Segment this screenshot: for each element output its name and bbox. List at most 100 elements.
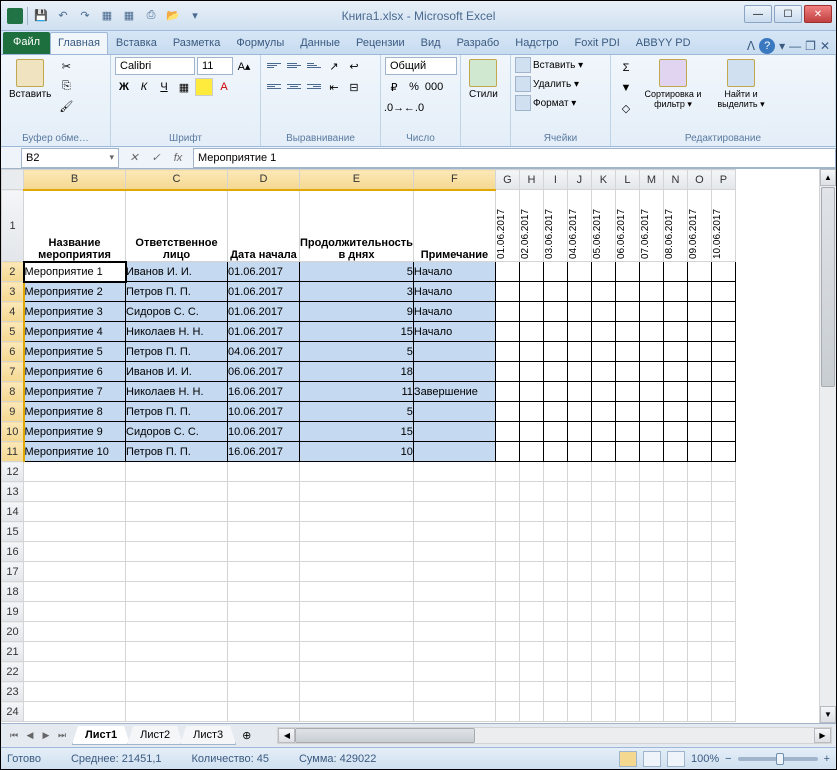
cell[interactable] — [519, 262, 543, 282]
sheet-nav-next-icon[interactable]: ▶ — [39, 728, 53, 744]
cell[interactable]: Мероприятие 8 — [24, 402, 126, 422]
cell[interactable]: Примечание — [413, 190, 495, 262]
cell[interactable]: Николаев Н. Н. — [126, 382, 228, 402]
cell[interactable] — [495, 602, 519, 622]
cell[interactable] — [413, 502, 495, 522]
cell[interactable] — [615, 282, 639, 302]
row-header[interactable]: 2 — [2, 262, 24, 282]
cell[interactable] — [543, 662, 567, 682]
cell[interactable] — [126, 502, 228, 522]
cell[interactable]: Мероприятие 5 — [24, 342, 126, 362]
insert-cells-button[interactable]: Вставить ▾ — [515, 57, 583, 73]
cell[interactable] — [519, 702, 543, 722]
cell[interactable] — [519, 282, 543, 302]
cell[interactable] — [615, 702, 639, 722]
sheet-nav-prev-icon[interactable]: ◀ — [23, 728, 37, 744]
cell[interactable] — [228, 682, 300, 702]
scroll-left-icon[interactable]: ◀ — [278, 728, 295, 743]
cell[interactable] — [663, 282, 687, 302]
cell[interactable] — [639, 642, 663, 662]
orientation-icon[interactable]: ↗ — [325, 57, 343, 75]
cell[interactable] — [413, 482, 495, 502]
cell[interactable] — [519, 302, 543, 322]
cell[interactable]: 10 — [300, 442, 414, 462]
cell[interactable] — [687, 662, 711, 682]
cell[interactable] — [663, 622, 687, 642]
cell[interactable] — [519, 362, 543, 382]
cell[interactable] — [300, 602, 414, 622]
cell[interactable]: Петров П. П. — [126, 442, 228, 462]
cell[interactable] — [567, 642, 591, 662]
cell[interactable] — [567, 682, 591, 702]
cell[interactable]: Мероприятие 2 — [24, 282, 126, 302]
cell[interactable] — [711, 302, 735, 322]
cell[interactable] — [711, 282, 735, 302]
cell[interactable]: Начало — [413, 262, 495, 282]
cell[interactable] — [615, 402, 639, 422]
scroll-up-icon[interactable]: ▲ — [820, 169, 836, 186]
cell[interactable] — [663, 562, 687, 582]
cell[interactable] — [711, 422, 735, 442]
cell[interactable]: 10.06.2017 — [228, 402, 300, 422]
cell[interactable] — [711, 402, 735, 422]
cell[interactable] — [24, 562, 126, 582]
cell[interactable]: 16.06.2017 — [228, 442, 300, 462]
sort-filter-button[interactable]: Сортировка и фильтр ▾ — [639, 57, 707, 112]
cell[interactable] — [495, 622, 519, 642]
ribbon-tab-ABBYY PD[interactable]: ABBYY PD — [628, 32, 699, 54]
clear-icon[interactable]: ◇ — [617, 99, 635, 117]
cell[interactable] — [126, 662, 228, 682]
scroll-down-icon[interactable]: ▼ — [820, 706, 836, 723]
cell[interactable] — [543, 322, 567, 342]
cell[interactable]: 03.06.2017 — [543, 190, 567, 262]
cell[interactable] — [413, 562, 495, 582]
cell[interactable] — [495, 522, 519, 542]
column-header[interactable]: D — [228, 170, 300, 190]
cell[interactable] — [663, 482, 687, 502]
cell[interactable] — [663, 442, 687, 462]
cell[interactable] — [567, 362, 591, 382]
fx-button[interactable]: fx — [169, 150, 187, 166]
cell[interactable] — [591, 442, 615, 462]
ribbon-tab-Формулы[interactable]: Формулы — [228, 32, 292, 54]
row-header[interactable]: 16 — [2, 542, 24, 562]
underline-button[interactable]: Ч — [155, 78, 173, 96]
cell[interactable] — [413, 662, 495, 682]
fx-enter-icon[interactable]: ✓ — [147, 150, 165, 166]
cell[interactable] — [24, 682, 126, 702]
cell[interactable] — [639, 362, 663, 382]
cell[interactable] — [24, 502, 126, 522]
cell[interactable] — [663, 582, 687, 602]
cell[interactable] — [687, 582, 711, 602]
cell[interactable] — [615, 502, 639, 522]
cell[interactable] — [126, 462, 228, 482]
cell[interactable] — [519, 682, 543, 702]
sheet-nav-last-icon[interactable]: ⏭ — [55, 728, 69, 744]
cell[interactable] — [228, 642, 300, 662]
cell[interactable] — [639, 542, 663, 562]
cell[interactable] — [495, 262, 519, 282]
cell[interactable] — [711, 682, 735, 702]
cell[interactable] — [24, 582, 126, 602]
font-name-combo[interactable]: Calibri — [115, 57, 195, 75]
cell[interactable] — [495, 562, 519, 582]
number-format-combo[interactable]: Общий — [385, 57, 457, 75]
cell[interactable] — [591, 662, 615, 682]
column-header[interactable]: K — [591, 170, 615, 190]
zoom-out-button[interactable]: − — [725, 753, 731, 765]
cell[interactable]: 01.06.2017 — [228, 262, 300, 282]
cell[interactable] — [663, 642, 687, 662]
cell[interactable] — [543, 402, 567, 422]
cell[interactable] — [413, 462, 495, 482]
cell[interactable] — [126, 702, 228, 722]
cell[interactable] — [413, 622, 495, 642]
cell[interactable]: 11 — [300, 382, 414, 402]
cell[interactable] — [495, 482, 519, 502]
column-header[interactable]: I — [543, 170, 567, 190]
cell[interactable]: 01.06.2017 — [228, 302, 300, 322]
cell[interactable] — [591, 342, 615, 362]
align-right-icon[interactable] — [305, 78, 323, 94]
row-header[interactable]: 9 — [2, 402, 24, 422]
cell[interactable]: Петров П. П. — [126, 402, 228, 422]
cell[interactable] — [543, 262, 567, 282]
